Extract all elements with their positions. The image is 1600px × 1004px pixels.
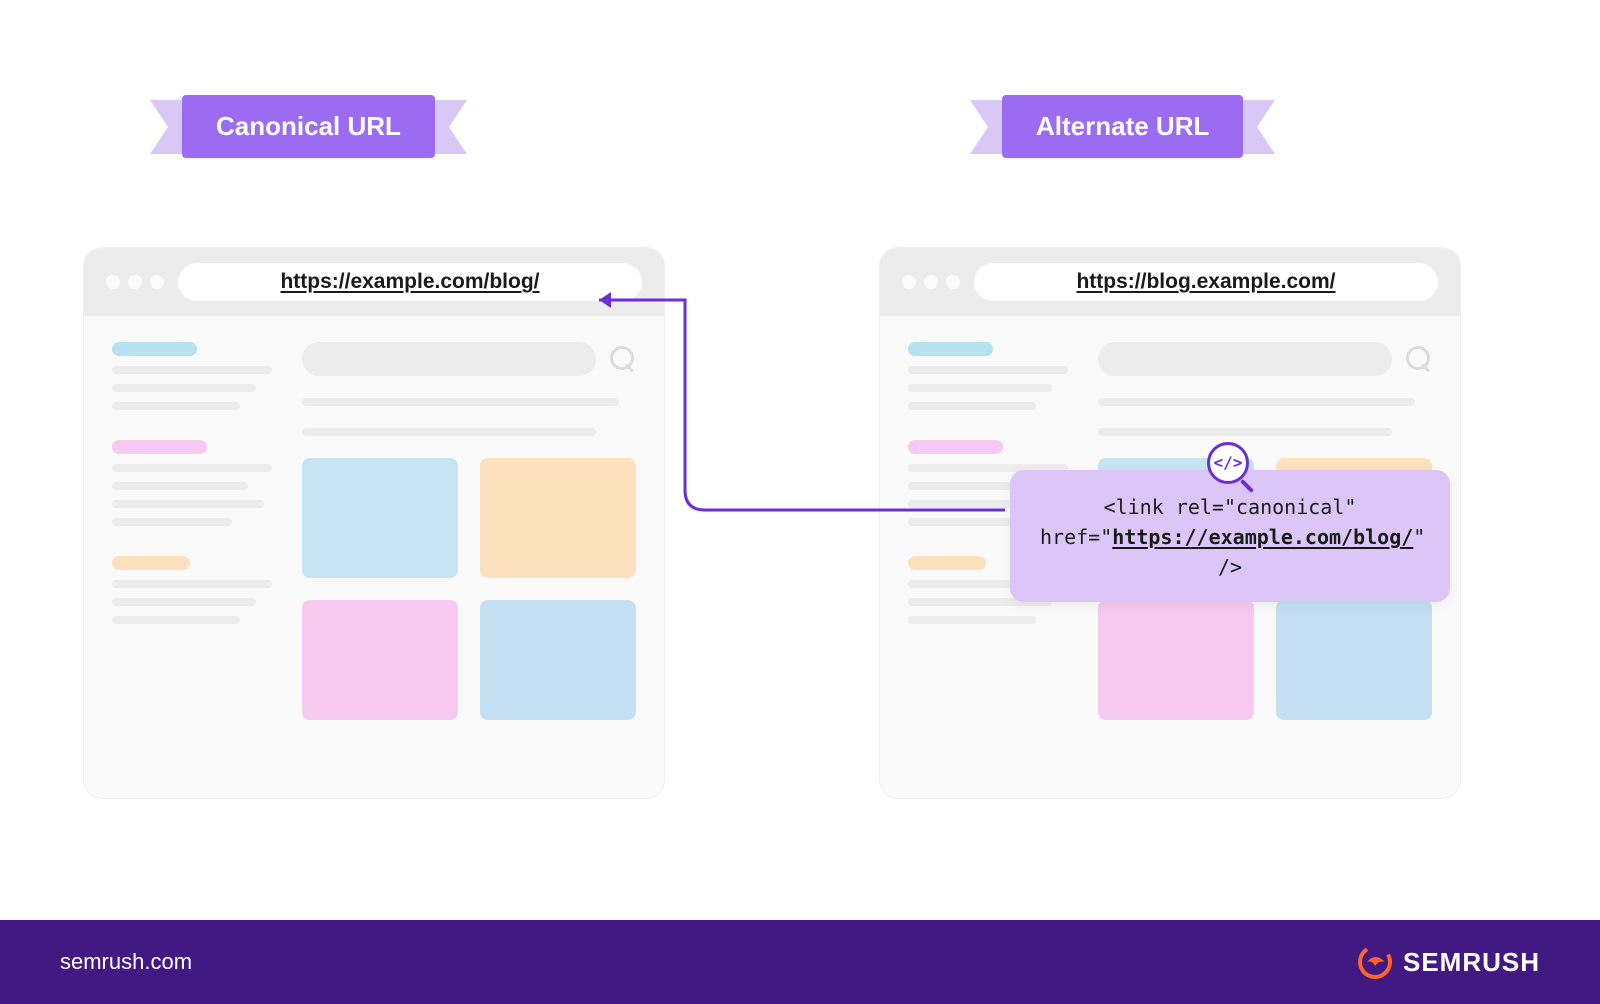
ribbon-canonical: Canonical URL bbox=[150, 95, 467, 158]
window-dots bbox=[106, 275, 164, 289]
text-line bbox=[112, 402, 240, 410]
content-card bbox=[302, 458, 458, 578]
browser-canonical: https://example.com/blog/ bbox=[84, 248, 664, 798]
sidebar-heading bbox=[112, 440, 207, 454]
text-line bbox=[302, 428, 596, 436]
search-bar-placeholder bbox=[1098, 342, 1392, 376]
search-bar-placeholder bbox=[302, 342, 596, 376]
content-card bbox=[480, 600, 636, 720]
sidebar-block bbox=[112, 342, 272, 410]
canonical-arrow bbox=[585, 280, 1025, 580]
content-card bbox=[302, 600, 458, 720]
diagram-canvas: Canonical URL Alternate URL https://exam… bbox=[0, 0, 1600, 1004]
search-row bbox=[1098, 342, 1432, 376]
text-line bbox=[112, 598, 256, 606]
browser-body bbox=[84, 316, 664, 746]
brand-logo: SEMRUSH bbox=[1357, 944, 1540, 980]
search-icon bbox=[1406, 346, 1432, 372]
text-line bbox=[302, 398, 619, 406]
footer-bar: semrush.com SEMRUSH bbox=[0, 920, 1600, 1004]
content-card bbox=[1276, 600, 1432, 720]
text-line bbox=[112, 482, 248, 490]
footer-site: semrush.com bbox=[60, 949, 192, 975]
code-line-2: href="https://example.com/blog/" /> bbox=[1040, 522, 1420, 582]
ribbon-label-alternate: Alternate URL bbox=[1002, 95, 1243, 158]
sidebar-heading bbox=[112, 556, 190, 570]
address-bar-alternate: https://blog.example.com/ bbox=[974, 263, 1438, 301]
code-icon-label: </> bbox=[1207, 442, 1249, 484]
window-dot bbox=[150, 275, 164, 289]
text-line bbox=[908, 616, 1036, 624]
sidebar-block bbox=[112, 556, 272, 624]
text-line bbox=[112, 616, 240, 624]
browser-chrome-bar: https://example.com/blog/ bbox=[84, 248, 664, 316]
content-card bbox=[1098, 600, 1254, 720]
text-line bbox=[112, 464, 272, 472]
code-url: https://example.com/blog/ bbox=[1112, 525, 1413, 549]
window-dot bbox=[106, 275, 120, 289]
text-line bbox=[112, 580, 272, 588]
flame-icon bbox=[1357, 944, 1393, 980]
sidebar-heading bbox=[112, 342, 197, 356]
text-line bbox=[112, 366, 272, 374]
code-inspect-icon: </> bbox=[1207, 442, 1253, 488]
window-dot bbox=[128, 275, 142, 289]
text-line bbox=[112, 500, 264, 508]
code-line-1: <link rel="canonical" bbox=[1040, 492, 1420, 522]
text-line bbox=[112, 518, 232, 526]
brand-name: SEMRUSH bbox=[1403, 947, 1540, 978]
sidebar-block bbox=[112, 440, 272, 526]
code-prefix: href=" bbox=[1040, 525, 1112, 549]
ribbon-alternate: Alternate URL bbox=[970, 95, 1275, 158]
text-line bbox=[1098, 428, 1392, 436]
address-bar-canonical: https://example.com/blog/ bbox=[178, 263, 642, 301]
page-sidebar bbox=[112, 342, 272, 720]
text-line bbox=[112, 384, 256, 392]
ribbon-label-canonical: Canonical URL bbox=[182, 95, 435, 158]
code-callout: </> <link rel="canonical" href="https://… bbox=[1010, 470, 1450, 602]
text-line bbox=[1098, 398, 1415, 406]
